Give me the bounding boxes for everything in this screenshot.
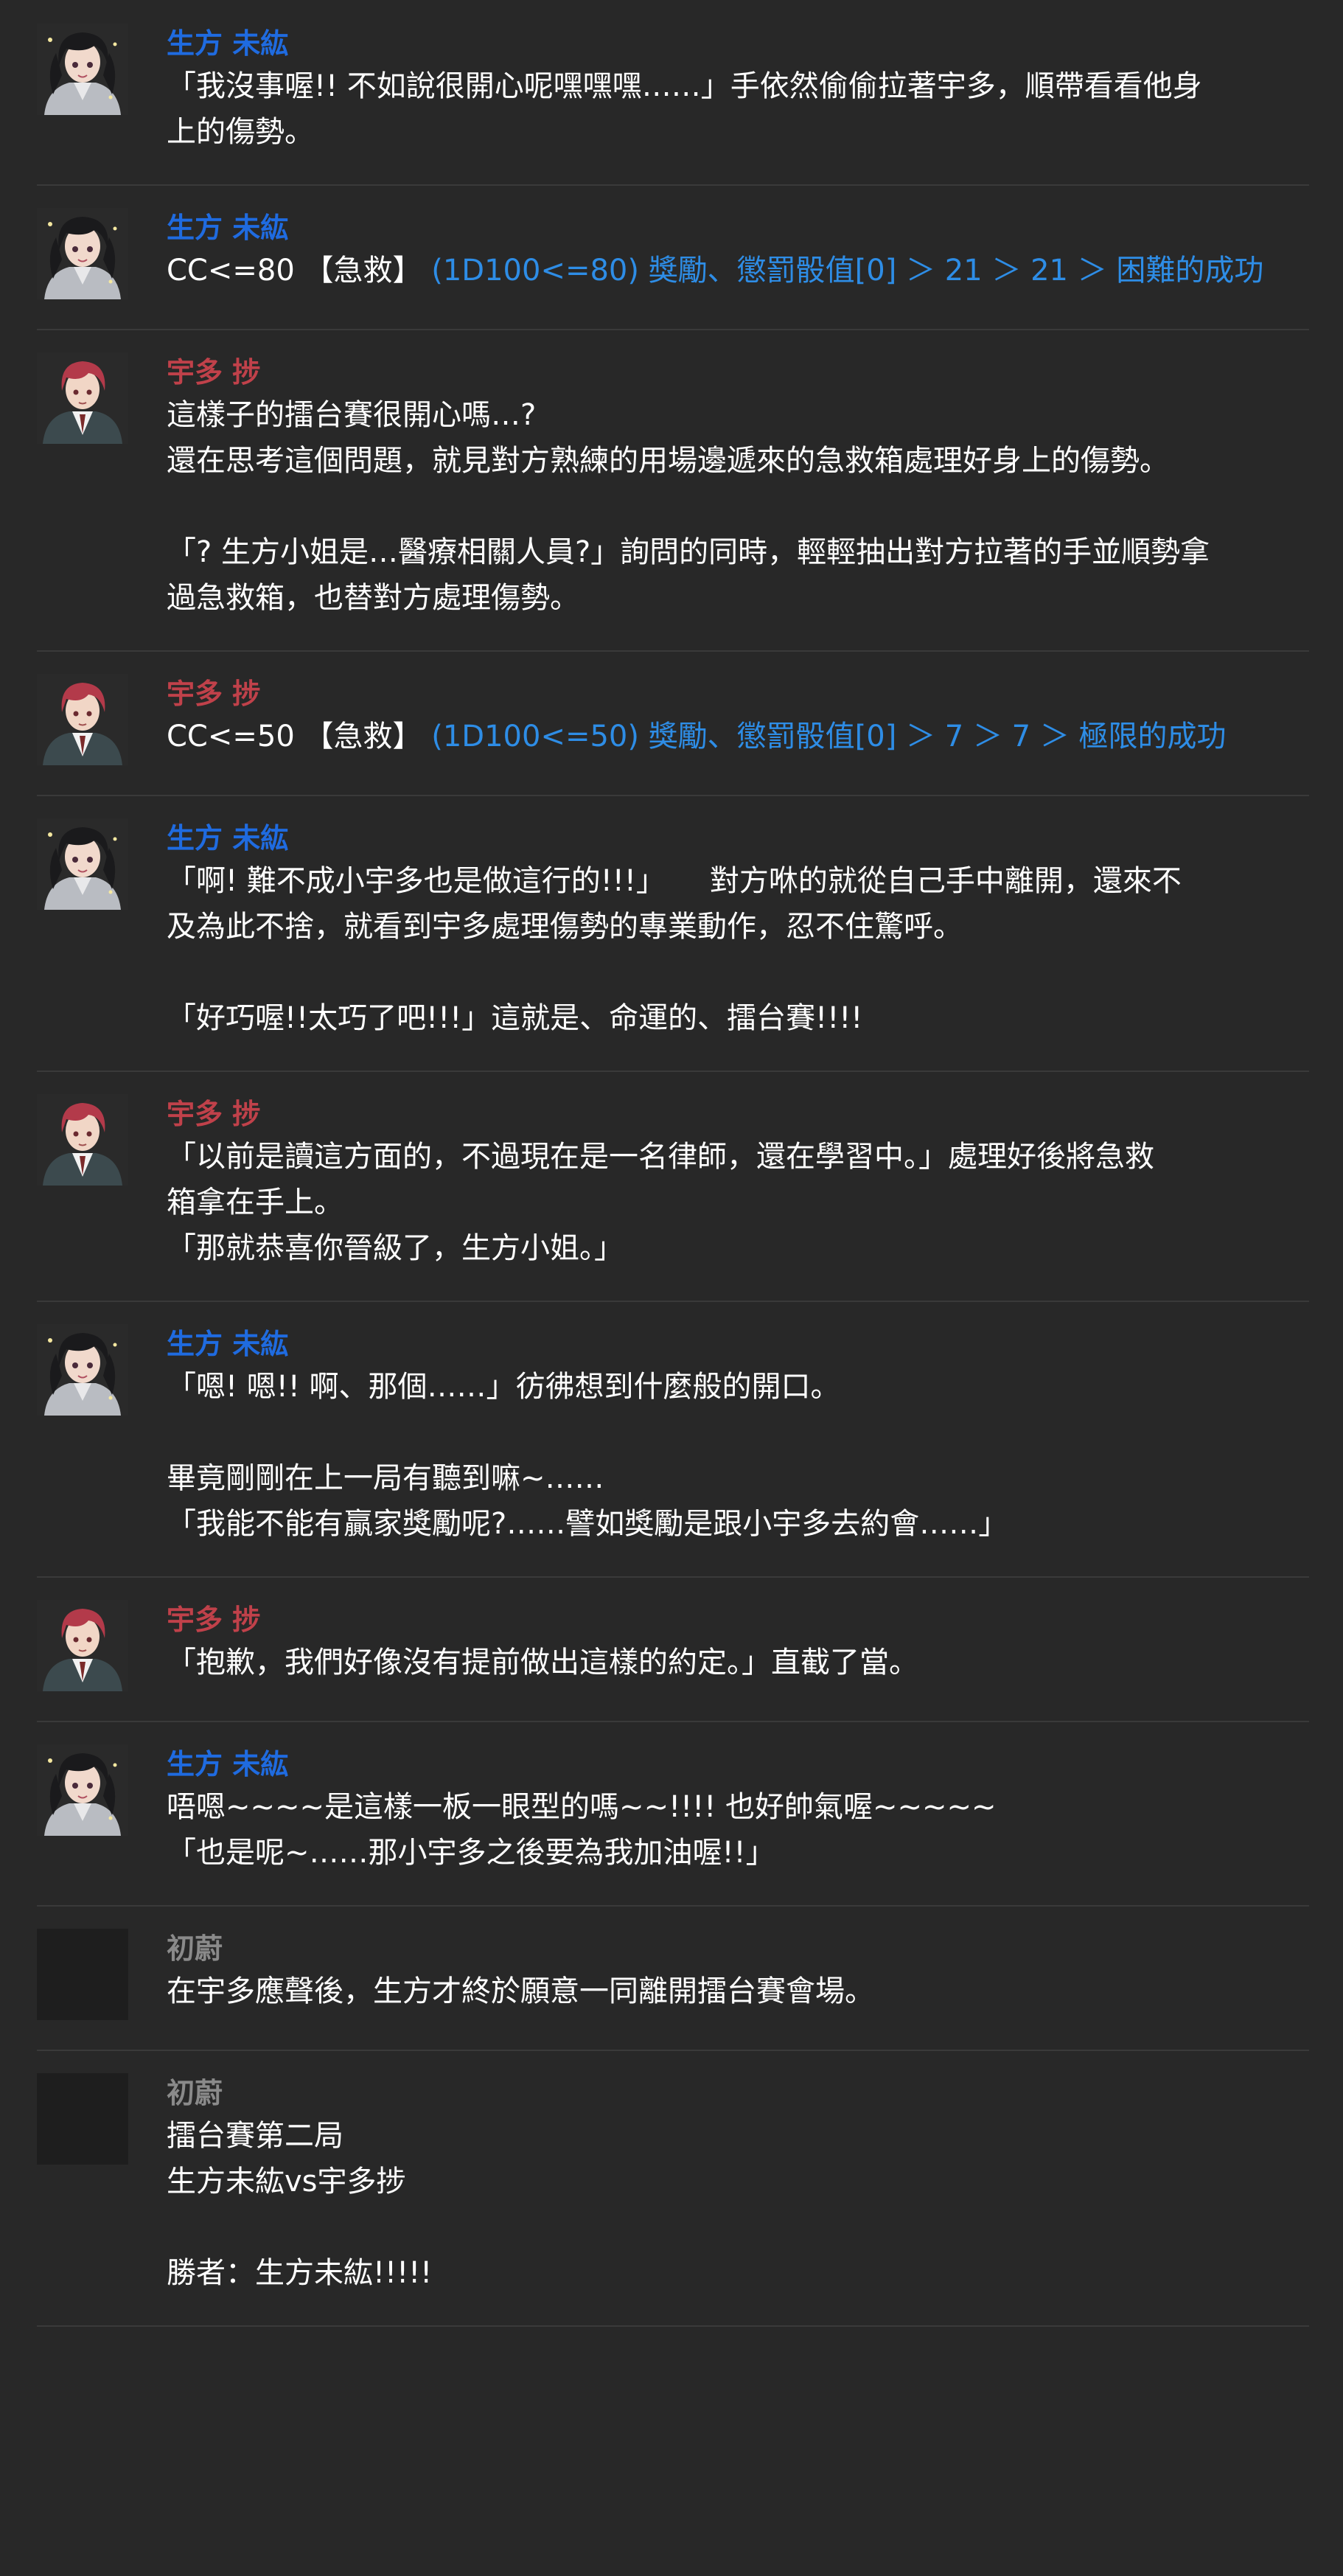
uta-avatar [37,1094,128,1186]
speaker-name: 宇多 捗 [167,1098,261,1130]
message-text: 唔嗯~~~~是這樣一板一眼型的嗎~~!!!! 也好帥氣喔~~~~~ 「也是呢~…… [167,1790,997,1870]
message-text: 這樣子的擂台賽很開心嗎…? 還在思考這個問題，就見對方熟練的用場邊遞來的急救箱處… [167,398,1210,615]
ubukata-avatar [37,1324,128,1416]
dice-result: (1D100<=50) 獎勵、懲罰骰值[0] ＞ 7 ＞ 7 ＞ 極限的成功 [431,720,1227,753]
dice-command: CC<=80 【急救】 [167,254,422,288]
dice-roll-line: CC<=50 【急救】 (1D100<=50) 獎勵、懲罰骰值[0] ＞ 7 ＞… [167,714,1309,759]
message-text: 「以前是讀這方面的，不過現在是一名律師，還在學習中。」處理好後將急救 箱拿在手上… [167,1140,1154,1265]
message-text: 「嗯! 嗯!! 啊、那個……」彷彿想到什麼般的開口。 畢竟剛剛在上一局有聽到嘛~… [167,1370,1008,1541]
ubukata-avatar [37,1744,128,1836]
speaker-name: 生方 未紘 [167,1748,289,1780]
speaker-name: 生方 未紘 [167,212,289,244]
dice-result: (1D100<=80) 獎勵、懲罰骰值[0] ＞ 21 ＞ 21 ＞ 困難的成功 [431,254,1264,288]
uta-avatar [37,674,128,765]
speaker-name: 宇多 捗 [167,1604,261,1636]
message-text: 「啊! 難不成小宇多也是做這行的!!!」 對方咻的就從自己手中離開，還來不 及為… [167,864,1182,1035]
speaker-name: 生方 未紘 [167,822,289,854]
speaker-name: 宇多 捗 [167,678,261,710]
chat-message: 生方 未紘 CC<=80 【急救】 (1D100<=80) 獎勵、懲罰骰值[0]… [37,186,1309,330]
chat-message: 初蔚 擂台賽第二局 生方未紘vs宇多捗 勝者：生方未紘!!!!! [37,2051,1309,2327]
chat-message: 宇多 捗 「抱歉，我們好像沒有提前做出這樣的約定。」直截了當。 [37,1578,1309,1722]
dice-roll-line: CC<=80 【急救】 (1D100<=80) 獎勵、懲罰骰值[0] ＞ 21 … [167,248,1309,293]
message-text: 「抱歉，我們好像沒有提前做出這樣的約定。」直截了當。 [167,1646,918,1679]
ubukata-avatar [37,818,128,910]
chat-message: 宇多 捗 「以前是讀這方面的，不過現在是一名律師，還在學習中。」處理好後將急救 … [37,1072,1309,1302]
chat-message: 生方 未紘 「我沒事喔!! 不如說很開心呢嘿嘿嘿……」手依然偷偷拉著宇多，順帶看… [37,0,1309,186]
speaker-name: 生方 未紘 [167,1328,289,1360]
blank-avatar [37,2073,128,2165]
message-text: 擂台賽第二局 生方未紘vs宇多捗 勝者：生方未紘!!!!! [167,2119,433,2290]
speaker-name: 初蔚 [167,2077,223,2109]
speaker-name: 宇多 捗 [167,356,261,389]
speaker-name: 初蔚 [167,1932,223,1965]
message-text: 在宇多應聲後，生方才終於願意一同離開擂台賽會場。 [167,1974,874,2008]
blank-avatar [37,1929,128,2020]
chat-message: 宇多 捗 CC<=50 【急救】 (1D100<=50) 獎勵、懲罰骰值[0] … [37,652,1309,796]
chat-message: 生方 未紘 「嗯! 嗯!! 啊、那個……」彷彿想到什麼般的開口。 畢竟剛剛在上一… [37,1302,1309,1578]
chat-message: 宇多 捗 這樣子的擂台賽很開心嗎…? 還在思考這個問題，就見對方熟練的用場邊遞來… [37,330,1309,652]
message-text: 「我沒事喔!! 不如說很開心呢嘿嘿嘿……」手依然偷偷拉著宇多，順帶看看他身 上的… [167,69,1202,149]
uta-avatar [37,1600,128,1691]
ubukata-avatar [37,208,128,299]
ubukata-avatar [37,24,128,115]
chat-message: 初蔚 在宇多應聲後，生方才終於願意一同離開擂台賽會場。 [37,1907,1309,2051]
uta-avatar [37,352,128,444]
chat-message: 生方 未紘 唔嗯~~~~是這樣一板一眼型的嗎~~!!!! 也好帥氣喔~~~~~ … [37,1722,1309,1907]
dice-command: CC<=50 【急救】 [167,720,422,753]
chat-log: 生方 未紘 「我沒事喔!! 不如說很開心呢嘿嘿嘿……」手依然偷偷拉著宇多，順帶看… [0,0,1343,2327]
chat-message: 生方 未紘 「啊! 難不成小宇多也是做這行的!!!」 對方咻的就從自己手中離開，… [37,796,1309,1072]
speaker-name: 生方 未紘 [167,27,289,60]
